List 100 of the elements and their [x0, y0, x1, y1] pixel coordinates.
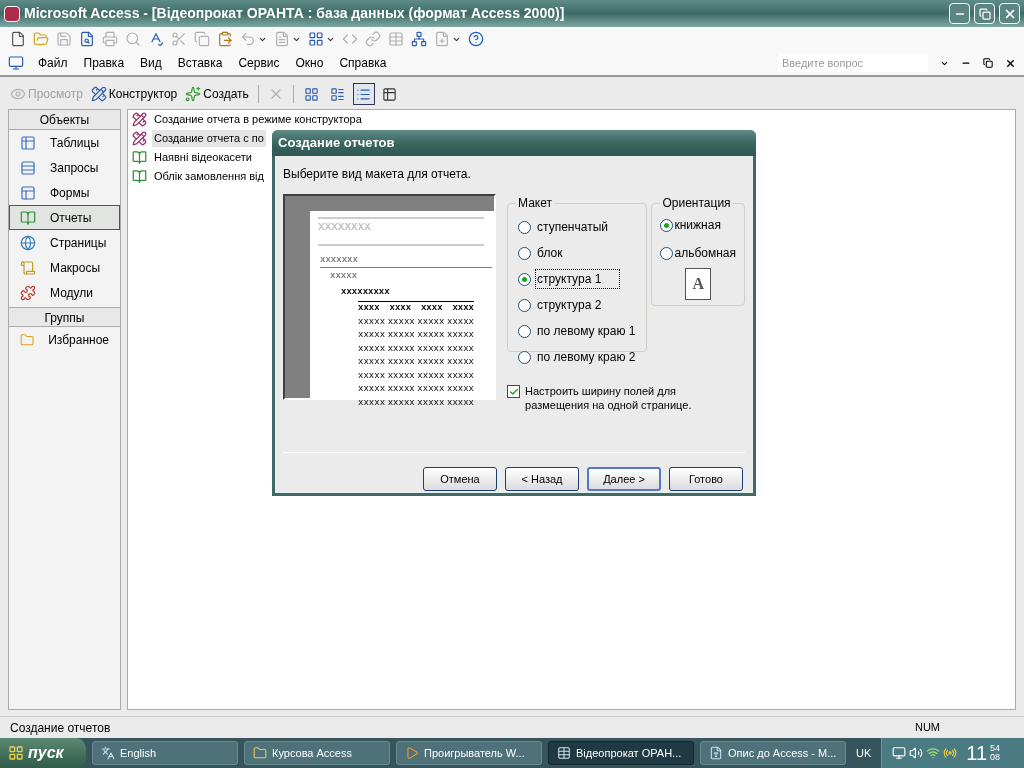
small-icons-icon [330, 86, 346, 102]
restore-button[interactable] [974, 3, 995, 24]
dialog-button[interactable]: < Назад [505, 467, 579, 491]
folder-icon [253, 746, 267, 760]
preview-text: xxxxx [358, 342, 386, 356]
sidebar-item[interactable]: Модули [9, 280, 120, 305]
table-icon [388, 31, 404, 47]
taskbar-button[interactable]: Проигрыватель W... [396, 741, 542, 765]
toolbar-button[interactable]: Конструктор [88, 83, 180, 105]
windows-flag-icon [8, 745, 24, 761]
table-icon [20, 134, 36, 151]
taskbar-button[interactable]: Курсова Access [244, 741, 390, 765]
section-header: Объекты [9, 110, 120, 130]
book-icon [132, 169, 147, 184]
grid-icon [308, 31, 324, 47]
checkbox[interactable] [507, 385, 521, 398]
menu-item[interactable]: Вид [138, 54, 164, 72]
preview-text: xxxxx [447, 315, 475, 329]
preview-text: xxxxx [387, 369, 415, 383]
restore-icon[interactable] [983, 58, 993, 68]
folder-icon [20, 331, 35, 348]
window-title: Microsoft Access - [Відеопрокат ОРАНТА : база данных (формат Access 2000)] [24, 4, 566, 23]
preview-text: xxxxx [417, 356, 445, 369]
toolbar-button[interactable]: Создать [183, 83, 251, 105]
details-icon [382, 86, 398, 102]
list-item[interactable]: Наявні відеокасети [152, 149, 254, 166]
sidebar-item[interactable]: Формы [9, 180, 120, 205]
broadcast-icon[interactable] [943, 746, 958, 760]
minimize-button[interactable] [949, 3, 970, 24]
menu-item[interactable]: Справка [337, 54, 389, 72]
preview-text: xxxxx [447, 329, 475, 342]
floppy-icon [56, 31, 72, 47]
preview-text: xxxx [358, 302, 380, 315]
preview-text: xxxxx [330, 270, 359, 283]
language-indicator[interactable]: UK [852, 744, 876, 762]
preview-text: xxxxxxx [320, 253, 493, 268]
signal-icon[interactable] [926, 746, 941, 760]
radio-button[interactable] [518, 246, 532, 260]
view-button[interactable] [352, 83, 375, 105]
list-item[interactable]: Создание отчета с по [152, 130, 266, 147]
page-magnifier-icon [79, 31, 95, 47]
taskbar-button[interactable]: Відеопрокат ОРАН... [548, 741, 694, 765]
menu-item[interactable]: Вставка [175, 54, 225, 72]
dialog-button[interactable]: Далее > [587, 467, 661, 491]
preview-text: xxxxx [358, 396, 386, 410]
restore-icon [978, 7, 991, 20]
option-label: по левому краю 2 [536, 349, 637, 366]
preview-text: xxxx [389, 302, 412, 315]
clock-minutes: 54 [990, 744, 1001, 753]
clock-seconds: 08 [990, 753, 1001, 762]
sidebar-item[interactable]: Макросы [9, 255, 120, 280]
preview-text: xxxxx [358, 369, 386, 383]
checkbox-label: Настроить ширину полей для размещения на одной странице. [525, 384, 693, 412]
sparkle-icon [185, 86, 202, 102]
option-label: по левому краю 1 [536, 323, 637, 340]
help-field[interactable]: Введите вопрос [778, 54, 928, 72]
radio-button[interactable] [660, 246, 674, 260]
preview-text: xxxxx [417, 383, 445, 396]
undo-icon [240, 31, 256, 47]
preview-text: xxxxx [387, 315, 415, 329]
sidebar-item[interactable]: Избранное [9, 327, 120, 352]
dialog-button[interactable]: Готово [669, 467, 743, 491]
radio-button[interactable] [518, 298, 532, 312]
list-item[interactable]: Облік замовлення від [152, 168, 266, 185]
radio-button[interactable] [518, 220, 532, 234]
radio-button[interactable] [660, 218, 674, 232]
sidebar-item[interactable]: Страницы [9, 230, 120, 255]
scroll-icon [20, 259, 36, 276]
menu-item[interactable]: Окно [293, 54, 326, 72]
preview-text: xxxxxxxxx [341, 285, 391, 299]
preview-text: xxxxx [358, 383, 386, 396]
menu-item[interactable]: Правка [81, 54, 127, 72]
word-document-icon [709, 746, 723, 760]
dialog-button[interactable]: Отмена [423, 467, 497, 491]
blank-page-icon [10, 31, 26, 47]
sidebar-item[interactable]: Таблицы [9, 130, 120, 155]
stacked-list-icon [20, 159, 36, 176]
language-icon [101, 746, 115, 760]
taskbar-button[interactable]: English [92, 741, 238, 765]
radio-button[interactable] [518, 350, 532, 364]
puzzle-icon [20, 284, 36, 301]
radio-button[interactable] [518, 272, 532, 286]
sidebar-item[interactable]: Запросы [9, 155, 120, 180]
taskbar-button[interactable]: Опис до Access - M... [700, 741, 846, 765]
preview-text: xxxxx [358, 356, 386, 369]
sidebar-item[interactable]: Отчеты [9, 205, 120, 230]
preview-text: xxxxx [387, 396, 415, 410]
menu-item[interactable]: Файл [36, 54, 70, 72]
speaker-icon[interactable] [909, 746, 924, 760]
status-text: Создание отчетов [10, 719, 112, 737]
radio-button[interactable] [518, 324, 532, 338]
preview-text: xxxxx [387, 356, 415, 369]
list-item[interactable]: Создание отчета в режиме конструктора [152, 111, 364, 128]
close-button[interactable] [999, 3, 1020, 24]
close-icon[interactable] [1005, 57, 1016, 69]
dialog-title: Создание отчетов [278, 134, 395, 153]
check-icon [508, 386, 519, 397]
spellcheck-icon [148, 31, 164, 47]
menu-item[interactable]: Сервис [236, 54, 282, 72]
start-button[interactable]: пуск [0, 738, 86, 768]
